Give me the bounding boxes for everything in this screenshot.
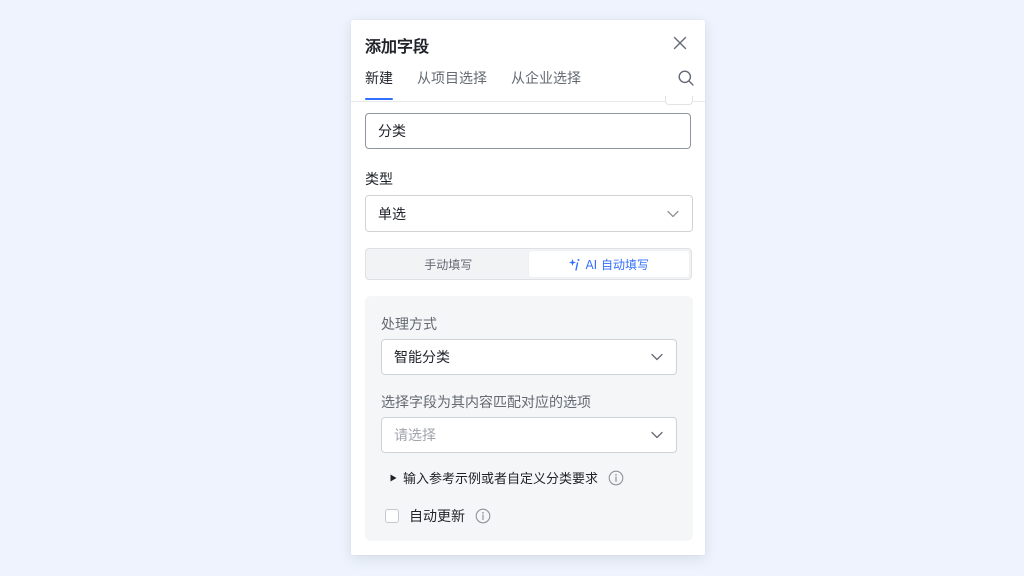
source-field-select[interactable]: 请选择 xyxy=(381,417,677,453)
method-label: 处理方式 xyxy=(381,317,437,333)
info-icon[interactable] xyxy=(608,470,624,486)
caret-right-icon xyxy=(389,474,397,482)
method-select-value: 智能分类 xyxy=(394,350,450,366)
fill-mode-switch: 手动填写 AI 自动填写 xyxy=(365,248,692,280)
scroll-indicator xyxy=(665,96,693,105)
tab-from-enterprise[interactable]: 从企业选择 xyxy=(511,68,581,88)
auto-update-checkbox[interactable] xyxy=(385,509,399,523)
auto-update-label: 自动更新 xyxy=(409,509,465,525)
examples-toggle-label: 输入参考示例或者自定义分类要求 xyxy=(403,472,599,487)
info-icon[interactable] xyxy=(475,508,491,524)
sparkle-icon xyxy=(569,258,580,271)
type-select-value: 单选 xyxy=(378,206,406,223)
dialog-title: 添加字段 xyxy=(365,37,430,56)
add-field-dialog: 添加字段 新建 从项目选择 从企业选择 类型 单选 手动填写 xyxy=(351,20,705,555)
ai-fill-label: AI 自动填写 xyxy=(585,257,650,272)
chevron-down-icon xyxy=(650,428,664,442)
close-icon xyxy=(673,36,687,50)
search-button[interactable] xyxy=(674,66,698,90)
type-select[interactable]: 单选 xyxy=(365,195,693,232)
examples-toggle[interactable]: 输入参考示例或者自定义分类要求 xyxy=(389,468,624,487)
field-name-input[interactable] xyxy=(365,113,691,149)
tab-divider xyxy=(351,101,705,102)
ai-fill-option[interactable]: AI 自动填写 xyxy=(528,251,689,277)
manual-fill-option[interactable]: 手动填写 xyxy=(368,251,529,277)
chevron-down-icon xyxy=(650,350,664,364)
method-select[interactable]: 智能分类 xyxy=(381,339,677,375)
chevron-down-icon xyxy=(666,207,680,221)
manual-fill-label: 手动填写 xyxy=(424,257,473,272)
tab-new[interactable]: 新建 xyxy=(365,68,393,88)
auto-update-row: 自动更新 xyxy=(385,506,491,526)
tab-active-indicator xyxy=(365,98,393,100)
type-label: 类型 xyxy=(365,172,393,188)
source-field-placeholder: 请选择 xyxy=(394,428,436,444)
tab-from-project[interactable]: 从项目选择 xyxy=(417,68,487,88)
source-field-label: 选择字段为其内容匹配对应的选项 xyxy=(381,395,591,411)
ai-settings-panel: 处理方式 智能分类 选择字段为其内容匹配对应的选项 请选择 输入参考示例或者自定… xyxy=(365,296,693,541)
close-button[interactable] xyxy=(669,32,691,54)
search-icon xyxy=(678,70,694,86)
